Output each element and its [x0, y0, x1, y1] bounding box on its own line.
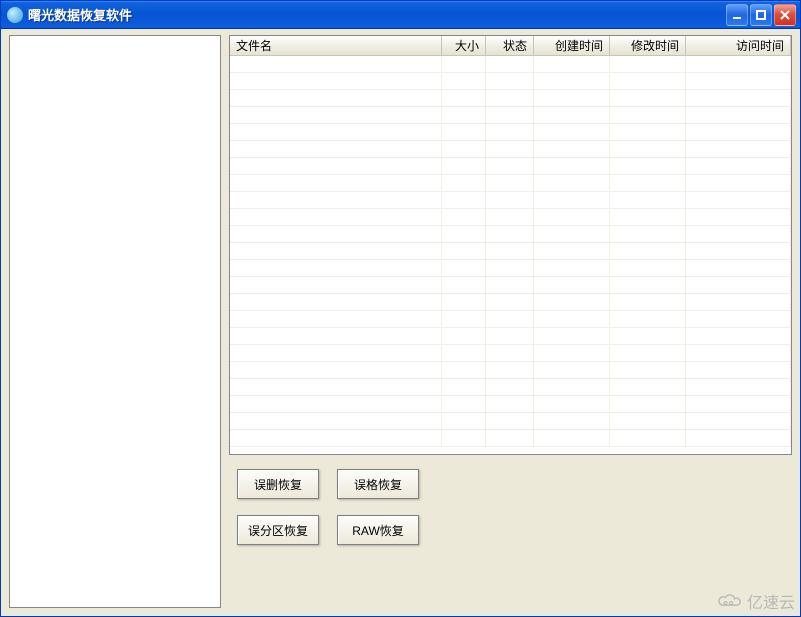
list-header: 文件名 大小 状态 创建时间 修改时间 访问时间	[230, 36, 791, 56]
column-header-mtime[interactable]: 修改时间	[610, 36, 686, 55]
column-header-status[interactable]: 状态	[486, 36, 534, 55]
file-list[interactable]: 文件名 大小 状态 创建时间 修改时间 访问时间	[229, 35, 792, 455]
table-row[interactable]	[230, 226, 791, 243]
client-area: 文件名 大小 状态 创建时间 修改时间 访问时间 误删恢复 误格恢复 误分区恢复…	[1, 29, 800, 616]
table-row[interactable]	[230, 345, 791, 362]
table-row[interactable]	[230, 56, 791, 73]
minimize-icon	[731, 9, 743, 21]
column-header-ctime[interactable]: 创建时间	[534, 36, 610, 55]
button-area: 误删恢复 误格恢复 误分区恢复 RAW恢复	[229, 455, 792, 549]
recover-formatted-button[interactable]: 误格恢复	[337, 469, 419, 499]
table-row[interactable]	[230, 260, 791, 277]
table-row[interactable]	[230, 430, 791, 447]
table-row[interactable]	[230, 107, 791, 124]
window-controls	[726, 4, 796, 26]
close-button[interactable]	[774, 4, 796, 26]
column-header-size[interactable]: 大小	[442, 36, 486, 55]
right-panel: 文件名 大小 状态 创建时间 修改时间 访问时间 误删恢复 误格恢复 误分区恢复…	[229, 35, 792, 608]
close-icon	[779, 9, 791, 21]
table-row[interactable]	[230, 379, 791, 396]
table-row[interactable]	[230, 311, 791, 328]
table-row[interactable]	[230, 124, 791, 141]
table-row[interactable]	[230, 141, 791, 158]
minimize-button[interactable]	[726, 4, 748, 26]
recover-partition-button[interactable]: 误分区恢复	[237, 515, 319, 545]
button-row-1: 误删恢复 误格恢复	[237, 469, 788, 499]
table-row[interactable]	[230, 192, 791, 209]
column-header-atime[interactable]: 访问时间	[686, 36, 791, 55]
table-row[interactable]	[230, 73, 791, 90]
table-row[interactable]	[230, 413, 791, 430]
list-body[interactable]	[230, 56, 791, 454]
maximize-icon	[755, 9, 767, 21]
column-header-name[interactable]: 文件名	[230, 36, 442, 55]
table-row[interactable]	[230, 328, 791, 345]
table-row[interactable]	[230, 158, 791, 175]
table-row[interactable]	[230, 243, 791, 260]
window-title: 曙光数据恢复软件	[28, 5, 726, 24]
table-row[interactable]	[230, 362, 791, 379]
maximize-button[interactable]	[750, 4, 772, 26]
recover-deleted-button[interactable]: 误删恢复	[237, 469, 319, 499]
table-row[interactable]	[230, 396, 791, 413]
table-row[interactable]	[230, 209, 791, 226]
table-row[interactable]	[230, 277, 791, 294]
table-row[interactable]	[230, 175, 791, 192]
app-window: 曙光数据恢复软件 文件名 大小 状态 创建时间 修改时间	[0, 0, 801, 617]
table-row[interactable]	[230, 294, 791, 311]
titlebar[interactable]: 曙光数据恢复软件	[1, 1, 800, 29]
tree-panel[interactable]	[9, 35, 221, 608]
recover-raw-button[interactable]: RAW恢复	[337, 515, 419, 545]
table-row[interactable]	[230, 90, 791, 107]
button-row-2: 误分区恢复 RAW恢复	[237, 515, 788, 545]
app-icon	[7, 7, 23, 23]
